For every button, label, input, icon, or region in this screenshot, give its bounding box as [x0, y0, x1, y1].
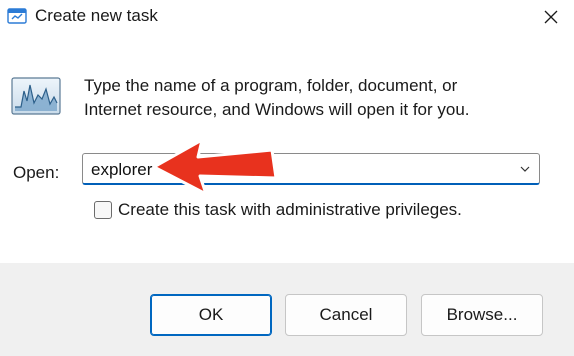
admin-privileges-option[interactable]: Create this task with administrative pri…: [94, 198, 462, 222]
chevron-down-icon[interactable]: [519, 163, 531, 175]
window-title: Create new task: [35, 6, 158, 25]
task-manager-icon: [11, 77, 61, 115]
cancel-button[interactable]: Cancel: [285, 294, 407, 336]
ok-button[interactable]: OK: [150, 294, 272, 336]
admin-privileges-checkbox[interactable]: [94, 201, 112, 219]
instructions-text: Type the name of a program, folder, docu…: [84, 74, 554, 122]
close-button[interactable]: [528, 0, 574, 34]
close-icon: [544, 10, 558, 24]
open-combobox[interactable]: explorer: [82, 153, 540, 185]
create-new-task-dialog: Create new task Type the name of a progr…: [0, 0, 574, 356]
title-bar[interactable]: Create new task: [0, 0, 574, 36]
instructions-line-2: Internet resource, and Windows will open…: [84, 100, 470, 119]
run-icon: [7, 8, 27, 24]
admin-privileges-label[interactable]: Create this task with administrative pri…: [118, 199, 462, 221]
browse-button[interactable]: Browse...: [421, 294, 543, 336]
open-input[interactable]: explorer: [91, 159, 152, 181]
instructions-line-1: Type the name of a program, folder, docu…: [84, 76, 458, 95]
open-label: Open:: [13, 163, 60, 182]
